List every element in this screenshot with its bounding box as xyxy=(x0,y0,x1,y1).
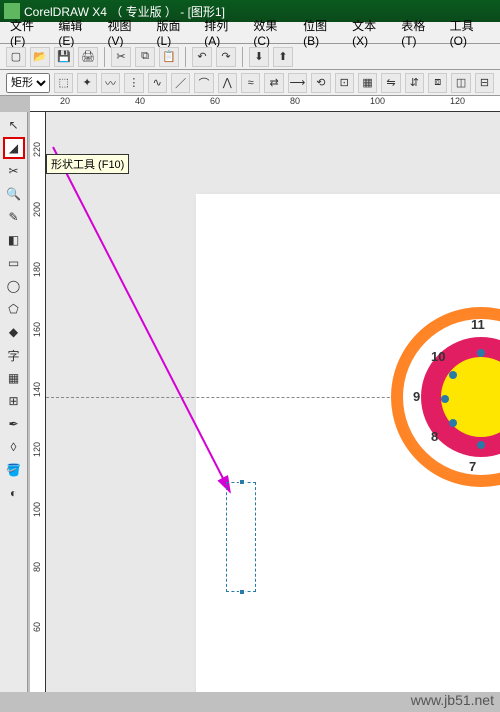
import-icon[interactable]: ⬇ xyxy=(249,47,269,67)
selected-rectangle[interactable] xyxy=(226,482,256,592)
interactive-fill-icon[interactable]: ◐ xyxy=(3,482,25,504)
extract-icon[interactable]: ⊡ xyxy=(335,73,354,93)
table-tool-icon[interactable]: ▦ xyxy=(3,367,25,389)
node-icon[interactable]: ⋮ xyxy=(124,73,143,93)
separator xyxy=(104,47,105,67)
node-handle-bottom[interactable] xyxy=(239,589,245,595)
text-tool-icon[interactable]: 字 xyxy=(3,344,25,366)
tooltip-shape-tool: 形状工具 (F10) xyxy=(46,154,129,174)
outline-tool-icon[interactable]: ◊ xyxy=(3,436,25,458)
menu-effects[interactable]: 效果(C) xyxy=(249,15,297,50)
eyedropper-icon[interactable]: ✒ xyxy=(3,413,25,435)
redo-icon[interactable]: ↷ xyxy=(216,47,236,67)
menu-view[interactable]: 视图(V) xyxy=(103,15,150,50)
curve-icon[interactable]: ∿ xyxy=(148,73,167,93)
canvas[interactable]: 形状工具 (F10) 12 11 10 9 8 7 6 xyxy=(46,112,500,692)
reverse-icon[interactable]: ⇄ xyxy=(264,73,283,93)
clock-number-10: 10 xyxy=(431,349,445,364)
toolbox: ↖ ◢ ✂ 🔍 ✎ ◧ ▭ ◯ ⬠ ◆ 字 ▦ ⊞ ✒ ◊ 🪣 ◐ xyxy=(0,112,28,692)
copy-icon[interactable]: ⧉ xyxy=(135,47,155,67)
select-all-icon[interactable]: ◫ xyxy=(451,73,470,93)
close-icon[interactable]: ⟲ xyxy=(311,73,330,93)
shape-tool-icon[interactable]: ◢ xyxy=(3,137,25,159)
freehand-tool-icon[interactable]: ✎ xyxy=(3,206,25,228)
clock-number-8: 8 xyxy=(431,429,438,444)
separator xyxy=(242,47,243,67)
pick-tool-icon[interactable]: ↖ xyxy=(3,114,25,136)
bezier-icon[interactable]: 〰 xyxy=(101,73,120,93)
ruler-horizontal: 20 40 60 80 100 120 xyxy=(30,96,500,112)
menu-arrange[interactable]: 排列(A) xyxy=(200,15,247,50)
menu-file[interactable]: 文件(F) xyxy=(6,15,52,50)
clock-number-7: 7 xyxy=(469,459,476,474)
new-icon[interactable]: ▢ xyxy=(6,47,26,67)
ruler-tick: 40 xyxy=(135,96,145,106)
watermark: www.jb51.net xyxy=(411,692,494,708)
reflect-h-icon[interactable]: ⇋ xyxy=(381,73,400,93)
basic-shapes-icon[interactable]: ◆ xyxy=(3,321,25,343)
clock-dot xyxy=(477,441,485,449)
undo-icon[interactable]: ↶ xyxy=(192,47,212,67)
ruler-tick: 200 xyxy=(32,202,42,217)
ruler-vertical: 220 200 180 160 140 120 100 80 60 xyxy=(30,112,46,692)
ruler-tick: 100 xyxy=(370,96,385,106)
ruler-tick: 80 xyxy=(32,562,42,572)
rectangle-tool-icon[interactable]: ▭ xyxy=(3,252,25,274)
clock-dot xyxy=(449,371,457,379)
ruler-tick: 20 xyxy=(60,96,70,106)
cut-icon[interactable]: ✂ xyxy=(111,47,131,67)
clock-dot xyxy=(449,419,457,427)
menu-edit[interactable]: 编辑(E) xyxy=(54,15,101,50)
ruler-tick: 220 xyxy=(32,142,42,157)
elastic-icon[interactable]: ⧈ xyxy=(428,73,447,93)
menu-layout[interactable]: 版面(L) xyxy=(153,15,199,50)
open-icon[interactable]: 📂 xyxy=(30,47,50,67)
shape-select[interactable]: 矩形 xyxy=(6,73,50,93)
save-icon[interactable]: 💾 xyxy=(54,47,74,67)
clock-graphic[interactable]: 12 11 10 9 8 7 6 xyxy=(391,307,500,487)
paste-icon[interactable]: 📋 xyxy=(159,47,179,67)
reduce-icon[interactable]: ⊟ xyxy=(475,73,494,93)
interactive-tool-icon[interactable]: ⊞ xyxy=(3,390,25,412)
crop-tool-icon[interactable]: ✂ xyxy=(3,160,25,182)
ruler-tick: 160 xyxy=(32,322,42,337)
ruler-tick: 120 xyxy=(32,442,42,457)
line-icon[interactable]: ／ xyxy=(171,73,190,93)
reflect-v-icon[interactable]: ⇵ xyxy=(405,73,424,93)
align-icon[interactable]: ▦ xyxy=(358,73,377,93)
export-icon[interactable]: ⬆ xyxy=(273,47,293,67)
polygon-tool-icon[interactable]: ⬠ xyxy=(3,298,25,320)
smart-fill-icon[interactable]: ◧ xyxy=(3,229,25,251)
node-handle-top[interactable] xyxy=(239,479,245,485)
print-icon[interactable]: 🖨 xyxy=(78,47,98,67)
fill-tool-icon[interactable]: 🪣 xyxy=(3,459,25,481)
property-bar: 矩形 ⬚ ✦ 〰 ⋮ ∿ ／ ⌒ ⋀ ≈ ⇄ ⟶ ⟲ ⊡ ▦ ⇋ ⇵ ⧈ ◫ ⊟ xyxy=(0,70,500,96)
menu-table[interactable]: 表格(T) xyxy=(397,15,443,50)
clock-number-11: 11 xyxy=(471,317,485,332)
separator xyxy=(185,47,186,67)
ruler-tick: 120 xyxy=(450,96,465,106)
ruler-tick: 60 xyxy=(210,96,220,106)
clock-dot xyxy=(477,349,485,357)
clock-number-9: 9 xyxy=(413,389,420,404)
ruler-tick: 100 xyxy=(32,502,42,517)
menu-text[interactable]: 文本(X) xyxy=(348,15,395,50)
menu-tools[interactable]: 工具(O) xyxy=(446,15,494,50)
ruler-tick: 140 xyxy=(32,382,42,397)
symm-icon[interactable]: ≈ xyxy=(241,73,260,93)
ellipse-tool-icon[interactable]: ◯ xyxy=(3,275,25,297)
ruler-tick: 180 xyxy=(32,262,42,277)
extend-icon[interactable]: ⟶ xyxy=(288,73,307,93)
clock-dot xyxy=(441,395,449,403)
ruler-tick: 60 xyxy=(32,622,42,632)
zoom-tool-icon[interactable]: 🔍 xyxy=(3,183,25,205)
menu-bitmap[interactable]: 位图(B) xyxy=(299,15,346,50)
prop-btn-1[interactable]: ⬚ xyxy=(54,73,73,93)
ruler-tick: 80 xyxy=(290,96,300,106)
cusp-icon[interactable]: ⋀ xyxy=(218,73,237,93)
menu-bar: 文件(F) 编辑(E) 视图(V) 版面(L) 排列(A) 效果(C) 位图(B… xyxy=(0,22,500,44)
smooth-icon[interactable]: ⌒ xyxy=(194,73,213,93)
prop-btn-2[interactable]: ✦ xyxy=(77,73,96,93)
